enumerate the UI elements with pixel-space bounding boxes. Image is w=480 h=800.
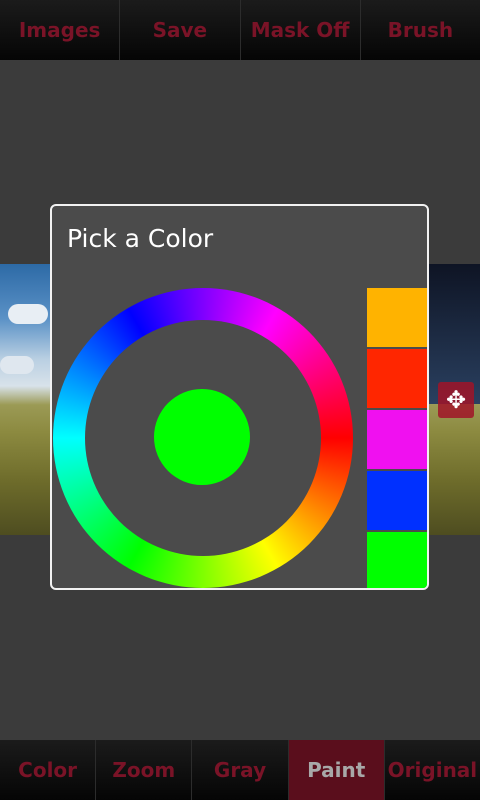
save-button[interactable]: Save xyxy=(120,0,241,60)
cloud-shape xyxy=(0,356,34,374)
brush-button[interactable]: Brush xyxy=(361,0,480,60)
preset-swatches xyxy=(367,288,427,588)
paint-tab[interactable]: Paint xyxy=(288,740,385,800)
app-screen: Images Save Mask Off Brush ✥ Pick a Colo… xyxy=(0,0,480,800)
swatch-blue[interactable] xyxy=(367,471,427,530)
bottom-toolbar: Color Zoom Gray Paint Original xyxy=(0,740,480,800)
swatch-orange[interactable] xyxy=(367,288,427,347)
zoom-tab[interactable]: Zoom xyxy=(96,740,193,800)
cloud-shape xyxy=(8,304,48,324)
color-tab[interactable]: Color xyxy=(0,740,97,800)
original-tab[interactable]: Original xyxy=(385,740,480,800)
gray-tab[interactable]: Gray xyxy=(192,740,289,800)
images-button[interactable]: Images xyxy=(0,0,121,60)
mask-off-button[interactable]: Mask Off xyxy=(241,0,361,60)
move-arrows-icon[interactable]: ✥ xyxy=(438,382,474,418)
dialog-title: Pick a Color xyxy=(67,224,214,253)
selected-color-swatch[interactable] xyxy=(154,389,250,485)
color-picker-dialog: Pick a Color xyxy=(50,204,429,590)
top-toolbar: Images Save Mask Off Brush xyxy=(0,0,480,60)
swatch-green[interactable] xyxy=(367,532,427,588)
swatch-magenta[interactable] xyxy=(367,410,427,469)
swatch-red[interactable] xyxy=(367,349,427,408)
